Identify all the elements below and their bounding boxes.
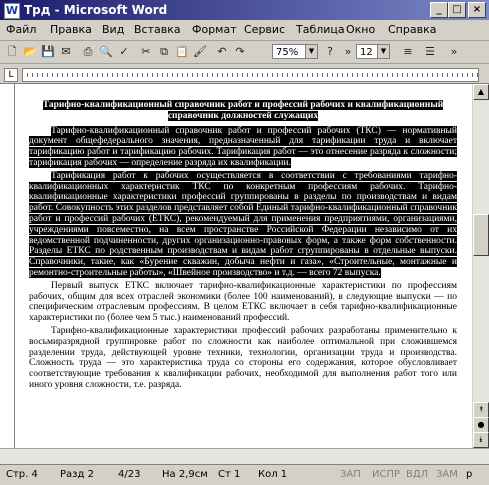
status-position: На 2,9см — [162, 469, 208, 480]
status-mode-overtype[interactable]: ЗАМ — [436, 469, 458, 480]
title-bar: W Трд - Microsoft Word _ □ × — [0, 0, 489, 20]
document-heading: Тарифно-квалификационный справочник рабо… — [42, 100, 444, 121]
selected-paragraph[interactable]: Тарифно-квалификационный справочник рабо… — [29, 125, 457, 169]
save-icon[interactable]: 💾 — [40, 44, 56, 60]
next-page-icon[interactable]: ⯯ — [473, 432, 489, 448]
toolbar-options-icon[interactable]: » — [340, 44, 356, 60]
copy-icon[interactable]: ⧉ — [156, 44, 172, 60]
menu-window[interactable]: Окно — [346, 23, 375, 36]
document-page[interactable]: Тарифно-квалификационный справочник рабо… — [15, 84, 472, 448]
scroll-up-icon[interactable]: ▲ — [473, 84, 489, 100]
minimize-button[interactable]: _ — [430, 2, 448, 18]
menu-view[interactable]: Вид — [102, 23, 124, 36]
toolbar-options-icon[interactable]: » — [446, 44, 462, 60]
format-painter-icon[interactable]: 🖌 — [192, 44, 208, 60]
status-column: Кол 1 — [258, 469, 288, 480]
help-icon[interactable]: ? — [322, 44, 338, 60]
spelling-icon[interactable]: ✓ — [116, 44, 132, 60]
status-line: Ст 1 — [218, 469, 241, 480]
horizontal-ruler: L — [0, 65, 489, 84]
email-icon[interactable]: ✉ — [58, 44, 74, 60]
status-bar: Стр. 4 Разд 2 4/23 На 2,9см Ст 1 Кол 1 З… — [0, 464, 489, 485]
maximize-button[interactable]: □ — [448, 2, 466, 18]
previous-page-icon[interactable]: ⯭ — [473, 402, 489, 418]
bullets-icon[interactable]: ☰ — [422, 44, 438, 60]
status-mode-extend[interactable]: ВДЛ — [406, 469, 428, 480]
status-page: Стр. 4 — [6, 469, 38, 480]
print-icon[interactable]: ⎙ — [80, 44, 96, 60]
menu-table[interactable]: Таблица — [296, 23, 345, 36]
chevron-down-icon: ▼ — [377, 45, 389, 58]
menu-insert[interactable]: Вставка — [134, 23, 181, 36]
font-size-value: 12 — [360, 47, 373, 58]
status-pages: 4/23 — [118, 469, 141, 480]
status-language: р — [466, 469, 473, 480]
menu-tools[interactable]: Сервис — [244, 23, 285, 36]
paragraph[interactable]: Первый выпуск ЕТКС включает тарифно-квал… — [29, 281, 457, 324]
horizontal-scrollbar[interactable] — [0, 448, 489, 465]
selected-paragraph[interactable]: Тарификация работ к рабочих осуществляет… — [29, 170, 457, 279]
redo-icon[interactable]: ↷ — [232, 44, 248, 60]
zoom-select[interactable]: 75% ▼ — [272, 44, 318, 59]
vertical-ruler — [0, 84, 15, 448]
cut-icon[interactable]: ✂ — [138, 44, 154, 60]
font-size-select[interactable]: 12 ▼ — [356, 44, 390, 59]
document-body[interactable]: Тарифно-квалификационный справочник рабо… — [29, 100, 457, 393]
new-document-icon[interactable]: 🗋 — [4, 44, 20, 60]
scroll-thumb[interactable] — [473, 214, 489, 256]
status-section: Разд 2 — [60, 469, 94, 480]
menu-file[interactable]: Файл — [6, 23, 36, 36]
close-button[interactable]: × — [468, 2, 486, 18]
standard-toolbar: 🗋 📂 💾 ✉ ⎙ 🔍 ✓ ✂ ⧉ 📋 🖌 ↶ ↷ 75% ▼ ? » 12 ▼… — [0, 41, 489, 64]
undo-icon[interactable]: ↶ — [214, 44, 230, 60]
vertical-scrollbar[interactable]: ▲ ⯭ ● ⯯ — [473, 84, 489, 448]
menu-bar: Файл Правка Вид Вставка Формат Сервис Та… — [0, 20, 489, 41]
justify-icon[interactable]: ≡ — [400, 44, 416, 60]
window-title: Трд - Microsoft Word — [24, 3, 168, 17]
menu-format[interactable]: Формат — [192, 23, 237, 36]
print-preview-icon[interactable]: 🔍 — [98, 44, 114, 60]
paste-icon[interactable]: 📋 — [174, 44, 190, 60]
tab-selector[interactable]: L — [4, 68, 18, 82]
menu-edit[interactable]: Правка — [50, 23, 92, 36]
status-mode-record[interactable]: ЗАП — [340, 469, 361, 480]
select-browse-object-icon[interactable]: ● — [473, 417, 489, 433]
ruler-strip[interactable] — [22, 68, 479, 82]
chevron-down-icon: ▼ — [305, 45, 317, 58]
paragraph[interactable]: Тарифно-квалификационные характеристики … — [29, 326, 457, 391]
menu-help[interactable]: Справка — [388, 23, 436, 36]
zoom-value: 75% — [276, 47, 299, 58]
open-icon[interactable]: 📂 — [22, 44, 38, 60]
status-mode-track[interactable]: ИСПР — [372, 469, 400, 480]
word-app-icon[interactable]: W — [4, 3, 20, 19]
